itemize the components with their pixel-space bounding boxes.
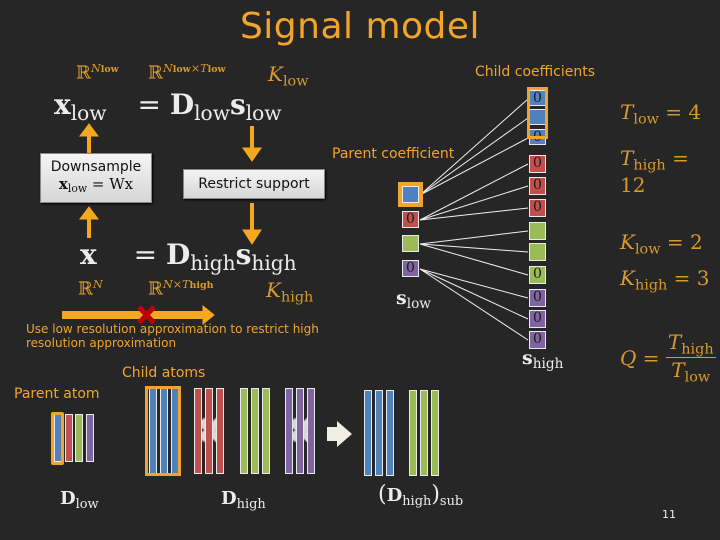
param-t-high: Thigh = 12	[620, 146, 689, 198]
s-high-cell: 0	[529, 266, 546, 284]
downsample-box: Downsample xlow = Wx	[40, 153, 152, 203]
connector-line	[419, 243, 529, 276]
downsample-label: Downsample	[50, 159, 142, 175]
page-number: 11	[662, 508, 676, 521]
d-high-sub-atom	[364, 390, 372, 476]
equation-low: xlow = Dlowslow	[54, 88, 282, 126]
param-k-high: Khigh = 3	[620, 266, 710, 294]
s-high-cell: 0	[529, 155, 546, 173]
connector-line	[419, 207, 529, 221]
arrow-head-down-restrict	[242, 147, 262, 162]
d-low-atom	[75, 414, 83, 462]
d-high-atom	[251, 388, 259, 474]
d-high-label: Dhigh	[221, 488, 266, 512]
sparsity-klow: Klow	[268, 62, 309, 90]
dim-dhigh: ℝN×Thigh	[148, 278, 214, 300]
parent-child-connector-lines	[419, 98, 529, 341]
parent-atom-label: Parent atom	[14, 386, 100, 402]
s-high-cell: 0	[529, 199, 546, 217]
d-high-atom	[216, 388, 224, 474]
child-coefficients-label: Child coefficients	[475, 64, 596, 80]
d-high-atom	[194, 388, 202, 474]
d-high-atom	[240, 388, 248, 474]
connector-line	[419, 268, 529, 341]
s-low-cell	[398, 182, 423, 207]
s-low-cell: 0	[402, 260, 419, 277]
s-high-cell	[529, 222, 546, 240]
d-low-atom	[85, 414, 94, 462]
s-low-label: slow	[396, 287, 432, 313]
dim-x: ℝN	[78, 278, 103, 300]
s-high-cell: 0	[529, 310, 546, 328]
d-high-atom	[285, 388, 293, 474]
connector-line	[419, 185, 529, 221]
sparsity-khigh: Khigh	[266, 278, 314, 306]
arrow-head-up-downsample	[79, 206, 99, 220]
d-high-sub-atom	[409, 390, 417, 476]
d-high-sub-atom	[431, 390, 439, 476]
d-high-sub-atom	[375, 390, 383, 476]
s-high-label: shigh	[522, 347, 564, 373]
connector-line	[419, 230, 529, 245]
child-atoms-highlight	[145, 386, 181, 476]
connector-line	[419, 243, 529, 253]
param-k-low: Klow = 2	[620, 230, 703, 258]
d-high-atom	[307, 388, 315, 474]
dim-dlow: ℝNlow×Tlow	[148, 62, 226, 84]
child-atoms-label: Child atoms	[122, 365, 206, 381]
d-high-sub-atom	[386, 390, 394, 476]
s-low-cell	[402, 235, 419, 252]
d-high-atom	[262, 388, 270, 474]
q-fraction: Thigh Tlow	[665, 330, 716, 386]
note-text: Use low resolution approximation to rest…	[26, 322, 319, 350]
d-high-atom	[296, 388, 304, 474]
downsample-equation: xlow = Wx	[58, 175, 134, 196]
dim-xlow: ℝNlow	[76, 62, 119, 84]
restrict-support-box: Restrict support	[183, 169, 325, 199]
d-high-atom	[205, 388, 213, 474]
d-high-sub-atom	[420, 390, 428, 476]
d-low-label: Dlow	[60, 488, 99, 512]
connector-line	[419, 163, 529, 221]
s-low-cell: 0	[402, 211, 419, 228]
right-arrow-icon	[327, 421, 352, 447]
s-high-cell: 0	[529, 177, 546, 195]
parent-coefficient-label: Parent coefficient	[332, 146, 455, 162]
equation-high: x = Dhighshigh	[80, 238, 297, 276]
child-coefficients-highlight	[527, 87, 548, 139]
d-high-sub-label: (Dhigh)sub	[378, 482, 464, 509]
arrow-head-up-xlow	[79, 123, 99, 137]
d-low-atom	[64, 414, 73, 462]
param-t-low: Tlow = 4	[620, 100, 702, 128]
parent-atom-highlight	[51, 412, 64, 465]
s-high-cell	[529, 243, 546, 261]
param-q: Q = Thigh Tlow	[620, 330, 716, 386]
s-high-cell: 0	[529, 289, 546, 307]
